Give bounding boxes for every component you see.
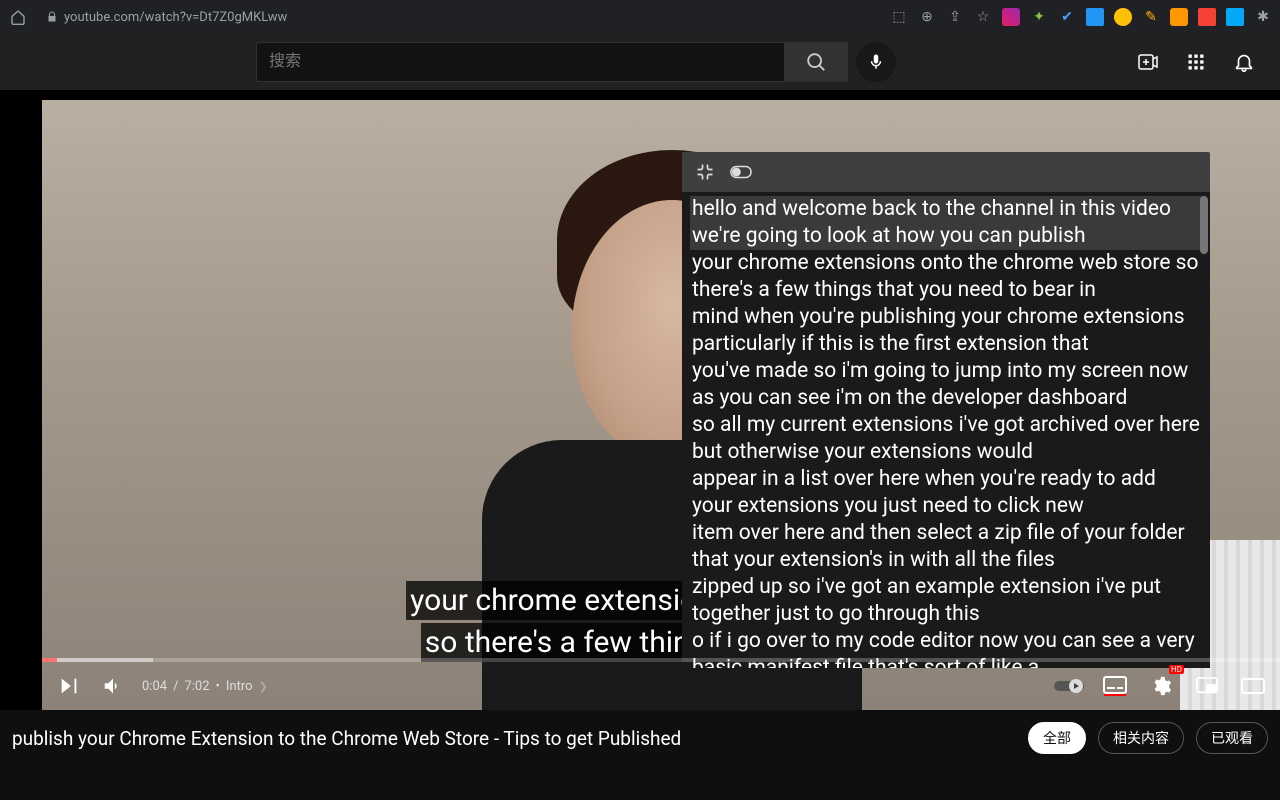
theater-icon [1241, 678, 1265, 694]
transcript-line[interactable]: zipped up so i've got an example extensi… [690, 574, 1202, 628]
chevron-right-icon[interactable]: ❯ [259, 680, 268, 693]
player-controls: 0:04 / 7:02 • Intro ❯ [42, 662, 1280, 710]
miniplayer-button[interactable] [1192, 671, 1222, 701]
ext-3-icon[interactable]: ✔ [1058, 8, 1076, 26]
notifications-button[interactable] [1232, 50, 1256, 74]
home-icon[interactable] [8, 7, 28, 27]
current-time: 0:04 [142, 679, 167, 694]
url-text: youtube.com/watch?v=Dt7Z0gMKLww [64, 10, 287, 25]
browser-address-bar: youtube.com/watch?v=Dt7Z0gMKLww ⬚ ⊕ ⇪ ☆ … [0, 0, 1280, 34]
subtitles-icon [1103, 676, 1127, 696]
next-icon [58, 675, 80, 697]
url-field[interactable]: youtube.com/watch?v=Dt7Z0gMKLww [36, 4, 882, 30]
transcript-line[interactable]: your chrome extensions onto the chrome w… [690, 250, 1202, 304]
bell-icon [1233, 51, 1255, 73]
transcript-body[interactable]: hello and welcome back to the channel in… [682, 192, 1210, 668]
create-icon [1136, 50, 1160, 74]
duration: 7:02 [184, 679, 209, 694]
filter-chips: 全部 相关内容 已观看 [1028, 722, 1268, 754]
mic-icon [867, 53, 885, 71]
ext-4-icon[interactable] [1086, 8, 1104, 26]
transcript-line[interactable]: so all my current extensions i've got ar… [690, 412, 1202, 466]
scrollbar-thumb[interactable] [1200, 196, 1208, 254]
chapter-separator: • [216, 679, 220, 694]
chip-watched[interactable]: 已观看 [1196, 722, 1268, 754]
ext-9-icon[interactable] [1226, 8, 1244, 26]
create-button[interactable] [1136, 50, 1160, 74]
exit-fullscreen-icon[interactable] [694, 161, 716, 183]
ext-7-icon[interactable] [1170, 8, 1188, 26]
subtitles-button[interactable] [1100, 671, 1130, 701]
voice-search-button[interactable] [856, 42, 896, 82]
star-icon[interactable]: ☆ [974, 8, 992, 26]
install-icon[interactable]: ⬚ [890, 8, 908, 26]
grid-icon [1186, 52, 1206, 72]
search-icon [805, 51, 827, 73]
ext-8-icon[interactable] [1198, 8, 1216, 26]
header-actions [1136, 50, 1264, 74]
transcript-panel: hello and welcome back to the channel in… [682, 152, 1210, 668]
video-title: publish your Chrome Extension to the Chr… [12, 727, 681, 750]
autoplay-icon [1054, 678, 1084, 694]
search-input[interactable] [256, 42, 784, 82]
chapter-label[interactable]: Intro [226, 679, 253, 694]
theater-button[interactable] [1238, 671, 1268, 701]
transcript-line[interactable]: you've made so i'm going to jump into my… [690, 358, 1202, 412]
video-player-area: your chrome extensions o so there's a fe… [0, 90, 1280, 710]
toggle-icon[interactable] [730, 161, 752, 183]
browser-extension-icons: ⬚ ⊕ ⇪ ☆ ✦ ✔ ✎ ✱ [890, 8, 1272, 26]
ext-6-icon[interactable]: ✎ [1142, 8, 1160, 26]
volume-button[interactable] [98, 671, 128, 701]
time-display: 0:04 / 7:02 • Intro ❯ [142, 679, 268, 694]
time-separator: / [173, 679, 178, 694]
ext-1-icon[interactable] [1002, 8, 1020, 26]
ext-2-icon[interactable]: ✦ [1030, 8, 1048, 26]
settings-button[interactable] [1146, 671, 1176, 701]
search-button[interactable] [784, 42, 848, 82]
ext-5-icon[interactable] [1114, 8, 1132, 26]
autoplay-toggle[interactable] [1054, 671, 1084, 701]
chip-related[interactable]: 相关内容 [1098, 722, 1184, 754]
lock-icon [46, 11, 58, 23]
transcript-toolbar [682, 152, 1210, 192]
youtube-header [0, 34, 1280, 90]
transcript-line[interactable]: appear in a list over here when you're r… [690, 466, 1202, 520]
share-icon[interactable]: ⇪ [946, 8, 964, 26]
search-form [256, 42, 896, 82]
zoom-icon[interactable]: ⊕ [918, 8, 936, 26]
transcript-line[interactable]: hello and welcome back to the channel in… [690, 196, 1202, 250]
below-player-strip: publish your Chrome Extension to the Chr… [0, 710, 1280, 766]
chip-all[interactable]: 全部 [1028, 722, 1086, 754]
miniplayer-icon [1196, 677, 1218, 695]
transcript-line[interactable]: item over here and then select a zip fil… [690, 520, 1202, 574]
next-button[interactable] [54, 671, 84, 701]
video-viewport[interactable]: your chrome extensions o so there's a fe… [42, 100, 1280, 710]
transcript-line[interactable]: mind when you're publishing your chrome … [690, 304, 1202, 358]
gear-icon [1150, 675, 1172, 697]
apps-button[interactable] [1184, 50, 1208, 74]
puzzle-icon[interactable]: ✱ [1254, 8, 1272, 26]
volume-icon [102, 675, 124, 697]
